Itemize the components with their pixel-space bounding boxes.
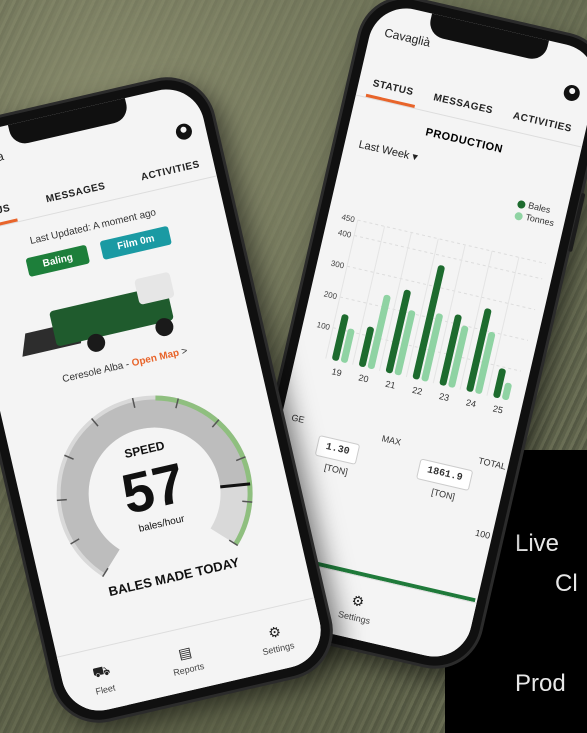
legend-swatch: [513, 211, 524, 221]
y-tick-label: 400: [337, 228, 353, 240]
chevron-right-icon: >: [180, 345, 189, 358]
avg-label: GE: [290, 412, 306, 426]
grid-line: [357, 219, 546, 265]
baling-badge: Baling: [25, 244, 91, 278]
user-avatar-icon[interactable]: [562, 83, 582, 103]
production-chart: 100 200 300 400 450 19 20 21 22 23 24 25: [316, 213, 546, 415]
chart-legend: Bales Tonnes: [513, 198, 557, 230]
tab-status[interactable]: STATUS: [0, 196, 18, 233]
nav-fleet[interactable]: ⛟ Fleet: [90, 661, 117, 697]
grid-line: [354, 234, 543, 280]
bottom-nav: ⛟ Fleet ▤ Reports ⚙ Settings: [56, 597, 329, 719]
nav-settings[interactable]: ⚙ Settings: [337, 589, 375, 626]
period-label: Last Week: [357, 138, 411, 162]
x-tick-label: 22: [411, 385, 423, 397]
film-badge: Film 0m: [99, 225, 173, 260]
x-tick-label: 24: [465, 397, 477, 409]
x-tick-label: 20: [358, 372, 370, 384]
legend-swatch: [516, 199, 527, 209]
total-unit: [TON]: [430, 486, 456, 502]
nav-reports[interactable]: ▤ Reports: [168, 641, 205, 678]
stats-row: GE MAX TOTAL 1.30 1861.9 [TON] [TON] 50 …: [275, 412, 508, 540]
speed-gauge: SPEED 57 bales/hour: [23, 362, 278, 587]
max-unit: [TON]: [323, 462, 349, 478]
x-tick-label: 23: [438, 391, 450, 403]
bar-tonnes: [502, 382, 512, 401]
max-label: MAX: [380, 433, 403, 448]
total-label: TOTAL: [477, 455, 508, 472]
axis-label-100: 100: [474, 527, 492, 541]
nav-label: Fleet: [94, 682, 117, 697]
tractor-icon: ⛟: [90, 661, 112, 681]
y-tick-label: 450: [341, 213, 357, 225]
promo-text-1: Live: [515, 530, 560, 557]
x-tick-label: 21: [384, 379, 396, 391]
promo-text-3: Prod: [515, 670, 566, 697]
y-tick-label: 300: [330, 259, 346, 271]
x-tick-label: 25: [492, 403, 504, 415]
promo-text-2: Cl: [555, 570, 578, 597]
y-tick-label: 200: [323, 289, 339, 301]
x-tick-label: 19: [331, 366, 343, 378]
power-button: [568, 192, 586, 253]
chevron-down-icon: ▾: [410, 150, 419, 164]
y-tick-label: 100: [316, 320, 332, 332]
nav-settings[interactable]: ⚙ Settings: [257, 621, 295, 657]
user-avatar-icon[interactable]: [174, 122, 194, 142]
